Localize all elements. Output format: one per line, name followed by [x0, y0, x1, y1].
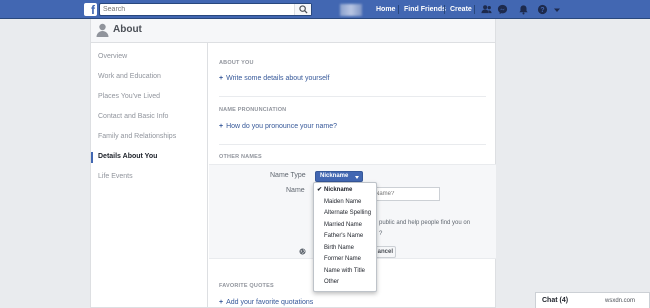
add-quotations-label: Add your favorite quotations: [226, 299, 314, 306]
sidebar-item-details-about-you[interactable]: Details About You: [98, 153, 157, 160]
facebook-logo[interactable]: f: [84, 3, 97, 16]
name-input[interactable]: [371, 187, 440, 201]
section-divider: [219, 144, 486, 145]
caret-down-icon: [355, 176, 360, 179]
svg-text:?: ?: [540, 7, 544, 14]
pronounce-name-label: How do you pronounce your name?: [226, 123, 337, 130]
nav-find-friends-link[interactable]: Find Friends: [404, 0, 446, 19]
dropdown-option-maiden-name[interactable]: Maiden Name: [314, 197, 376, 208]
page-title: About: [113, 24, 142, 35]
section-title-name-pronunciation: NAME PRONUNCIATION: [219, 107, 287, 113]
section-title-other-names: OTHER NAMES: [219, 154, 262, 160]
dropdown-option-birth-name[interactable]: Birth Name: [314, 243, 376, 254]
plus-icon: +: [219, 123, 224, 130]
add-quotations-link[interactable]: + Add your favorite quotations: [219, 299, 313, 306]
pronounce-name-link[interactable]: + How do you pronounce your name?: [219, 123, 337, 130]
about-header: About: [90, 19, 496, 43]
name-label: Name: [286, 187, 305, 194]
notifications-icon[interactable]: [518, 4, 529, 15]
person-icon: [96, 23, 109, 37]
sidebar-item-life-events[interactable]: Life Events: [98, 173, 133, 180]
name-type-label: Name Type: [270, 172, 306, 179]
sidebar-item-overview[interactable]: Overview: [98, 53, 127, 60]
search-button[interactable]: [294, 4, 311, 15]
nav-create-link[interactable]: Create: [450, 0, 472, 19]
plus-icon: +: [219, 299, 224, 306]
name-type-dropdown-button[interactable]: Nickname: [315, 171, 364, 182]
dropdown-option-other[interactable]: Other: [314, 277, 376, 288]
search-icon: [299, 5, 308, 14]
search-box: [99, 3, 312, 16]
search-input[interactable]: [100, 4, 290, 15]
visibility-help-text-2: ?: [379, 231, 383, 237]
active-item-indicator: [91, 152, 93, 163]
friends-icon[interactable]: [481, 4, 492, 15]
chat-label: Chat (4): [542, 297, 569, 304]
checkmark-icon: ✔: [317, 187, 323, 193]
section-divider: [219, 96, 486, 97]
top-navigation-bar: f Home Find Friends Create ?: [0, 0, 650, 19]
dropdown-option-fathers-name[interactable]: Father's Name: [314, 231, 376, 242]
dropdown-option-label: Nickname: [324, 187, 353, 193]
help-icon[interactable]: ?: [537, 4, 548, 15]
section-title-about-you: ABOUT YOU: [219, 60, 254, 66]
dropdown-option-married-name[interactable]: Married Name: [314, 220, 376, 231]
sidebar-item-contact-info[interactable]: Contact and Basic Info: [98, 113, 168, 120]
sidebar-item-family-relationships[interactable]: Family and Relationships: [98, 133, 176, 140]
nav-home-link[interactable]: Home: [376, 0, 395, 19]
nav-divider: [474, 5, 475, 14]
messenger-icon[interactable]: [497, 4, 508, 15]
dropdown-option-former-name[interactable]: Former Name: [314, 254, 376, 265]
write-details-label: Write some details about yourself: [226, 75, 330, 82]
name-type-value: Nickname: [320, 173, 349, 179]
dropdown-option-alternate-spelling[interactable]: Alternate Spelling: [314, 208, 376, 219]
sidebar-item-work-and-education[interactable]: Work and Education: [98, 73, 161, 80]
nav-divider: [444, 5, 445, 14]
plus-icon: +: [219, 75, 224, 82]
chevron-down-icon[interactable]: [553, 6, 561, 14]
write-details-link[interactable]: + Write some details about yourself: [219, 75, 329, 82]
section-title-favorite-quotes: FAVORITE QUOTES: [219, 283, 274, 289]
dropdown-option-name-with-title[interactable]: Name with Title: [314, 266, 376, 277]
globe-icon[interactable]: [299, 248, 306, 255]
about-sidebar: Overview Work and Education Places You'v…: [90, 43, 207, 308]
profile-name-redacted[interactable]: [340, 4, 362, 16]
watermark: wsxdn.com: [605, 298, 636, 304]
nav-divider: [398, 5, 399, 14]
name-type-dropdown-menu: ✔ Nickname Maiden Name Alternate Spellin…: [313, 182, 377, 292]
visibility-help-text: public and help people find you on: [379, 220, 471, 226]
dropdown-option-nickname[interactable]: ✔ Nickname: [314, 185, 376, 196]
sidebar-item-places-lived[interactable]: Places You've Lived: [98, 93, 160, 100]
